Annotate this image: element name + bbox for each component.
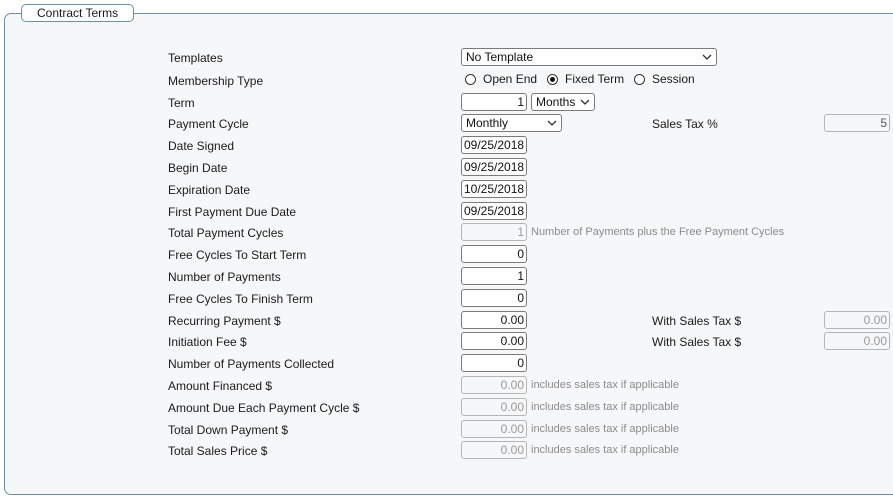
number-of-payments-row: Number of Payments 1 [0,267,893,287]
begin-date-input[interactable]: 09/25/2018 [461,158,527,176]
radio-fixed-term-label: Fixed Term [565,72,625,86]
term-input[interactable]: 1 [461,93,527,111]
first-payment-due-row: First Payment Due Date 09/25/2018 [0,202,893,222]
templates-select-value: No Template [466,50,534,64]
radio-open-end-label: Open End [483,72,538,86]
chevron-down-icon [580,99,590,105]
total-sales-price-label: Total Sales Price $ [168,444,268,458]
radio-session[interactable]: Session [634,72,695,86]
radio-fixed-term[interactable]: Fixed Term [547,72,624,86]
total-sales-price-note: includes sales tax if applicable [531,444,679,456]
free-cycles-start-label: Free Cycles To Start Term [168,248,307,262]
membership-type-label: Membership Type [168,74,264,88]
total-sales-price-row: Total Sales Price $ 0.00 includes sales … [0,441,893,461]
initiation-fee-label: Initiation Fee $ [168,335,247,349]
radio-open-end-circle[interactable] [465,73,476,85]
free-cycles-finish-input[interactable]: 0 [461,289,527,307]
templates-row: Templates No Template [0,48,893,68]
total-down-payment-note: includes sales tax if applicable [531,423,679,435]
radio-open-end[interactable]: Open End [465,72,537,86]
initiation-with-tax-label: With Sales Tax $ [652,335,742,349]
amount-due-each-note: includes sales tax if applicable [531,401,679,413]
radio-session-label: Session [652,72,695,86]
free-cycles-start-input[interactable]: 0 [461,245,527,263]
payments-collected-label: Number of Payments Collected [168,357,335,371]
amount-due-each-input[interactable]: 0.00 [461,398,527,416]
payments-collected-row: Number of Payments Collected 0 [0,354,893,374]
sales-tax-input[interactable]: 5 [824,114,890,132]
term-unit-value: Months [536,95,576,109]
payment-cycle-row: Payment Cycle Monthly Sales Tax % 5 [0,114,893,134]
templates-select[interactable]: No Template [461,48,717,66]
term-unit-select[interactable]: Months [531,93,595,111]
total-down-payment-row: Total Down Payment $ 0.00 includes sales… [0,420,893,440]
number-of-payments-label: Number of Payments [168,270,281,284]
date-signed-label: Date Signed [168,139,235,153]
date-signed-input[interactable]: 09/25/2018 [461,136,527,154]
free-cycles-finish-label: Free Cycles To Finish Term [168,292,313,306]
initiation-with-tax-input[interactable]: 0.00 [824,332,890,350]
templates-label: Templates [168,51,223,65]
date-signed-row: Date Signed 09/25/2018 [0,136,893,156]
term-row: Term 1 Months [0,93,893,113]
first-payment-due-label: First Payment Due Date [168,205,297,219]
total-down-payment-label: Total Down Payment $ [168,423,289,437]
total-down-payment-input[interactable]: 0.00 [461,420,527,438]
number-of-payments-input[interactable]: 1 [461,267,527,285]
amount-due-each-row: Amount Due Each Payment Cycle $ 0.00 inc… [0,398,893,418]
begin-date-label: Begin Date [168,161,228,175]
initiation-fee-input[interactable]: 0.00 [461,332,527,350]
chevron-down-icon [702,54,712,60]
initiation-fee-row: Initiation Fee $ 0.00 With Sales Tax $ 0… [0,332,893,352]
recurring-payment-label: Recurring Payment $ [168,314,281,328]
total-payment-cycles-input[interactable]: 1 [461,223,527,241]
radio-fixed-term-circle[interactable] [547,73,558,85]
radio-session-circle[interactable] [634,73,645,85]
free-cycles-start-row: Free Cycles To Start Term 0 [0,245,893,265]
membership-type-row: Membership Type Open End Fixed Term Sess… [0,71,893,91]
payments-collected-input[interactable]: 0 [461,354,527,372]
contract-terms-legend: Contract Terms [21,4,135,22]
recurring-with-tax-label: With Sales Tax $ [652,314,742,328]
first-payment-due-input[interactable]: 09/25/2018 [461,202,527,220]
free-cycles-finish-row: Free Cycles To Finish Term 0 [0,289,893,309]
recurring-payment-input[interactable]: 0.00 [461,311,527,329]
payment-cycle-label: Payment Cycle [168,117,249,131]
expiration-date-input[interactable]: 10/25/2018 [461,180,527,198]
sales-tax-label: Sales Tax % [652,117,718,131]
total-sales-price-input[interactable]: 0.00 [461,441,527,459]
recurring-payment-row: Recurring Payment $ 0.00 With Sales Tax … [0,311,893,331]
amount-financed-label: Amount Financed $ [168,379,273,393]
chevron-down-icon [547,120,557,126]
amount-financed-input[interactable]: 0.00 [461,376,527,394]
amount-financed-note: includes sales tax if applicable [531,379,679,391]
total-payment-cycles-note: Number of Payments plus the Free Payment… [531,226,785,238]
begin-date-row: Begin Date 09/25/2018 [0,158,893,178]
total-payment-cycles-label: Total Payment Cycles [168,226,284,240]
payment-cycle-select[interactable]: Monthly [461,114,562,132]
expiration-date-label: Expiration Date [168,183,251,197]
total-payment-cycles-row: Total Payment Cycles 1 Number of Payment… [0,223,893,243]
recurring-with-tax-input[interactable]: 0.00 [824,311,890,329]
term-label: Term [168,96,195,110]
payment-cycle-value: Monthly [466,116,509,130]
amount-due-each-label: Amount Due Each Payment Cycle $ [168,401,360,415]
amount-financed-row: Amount Financed $ 0.00 includes sales ta… [0,376,893,396]
expiration-date-row: Expiration Date 10/25/2018 [0,180,893,200]
